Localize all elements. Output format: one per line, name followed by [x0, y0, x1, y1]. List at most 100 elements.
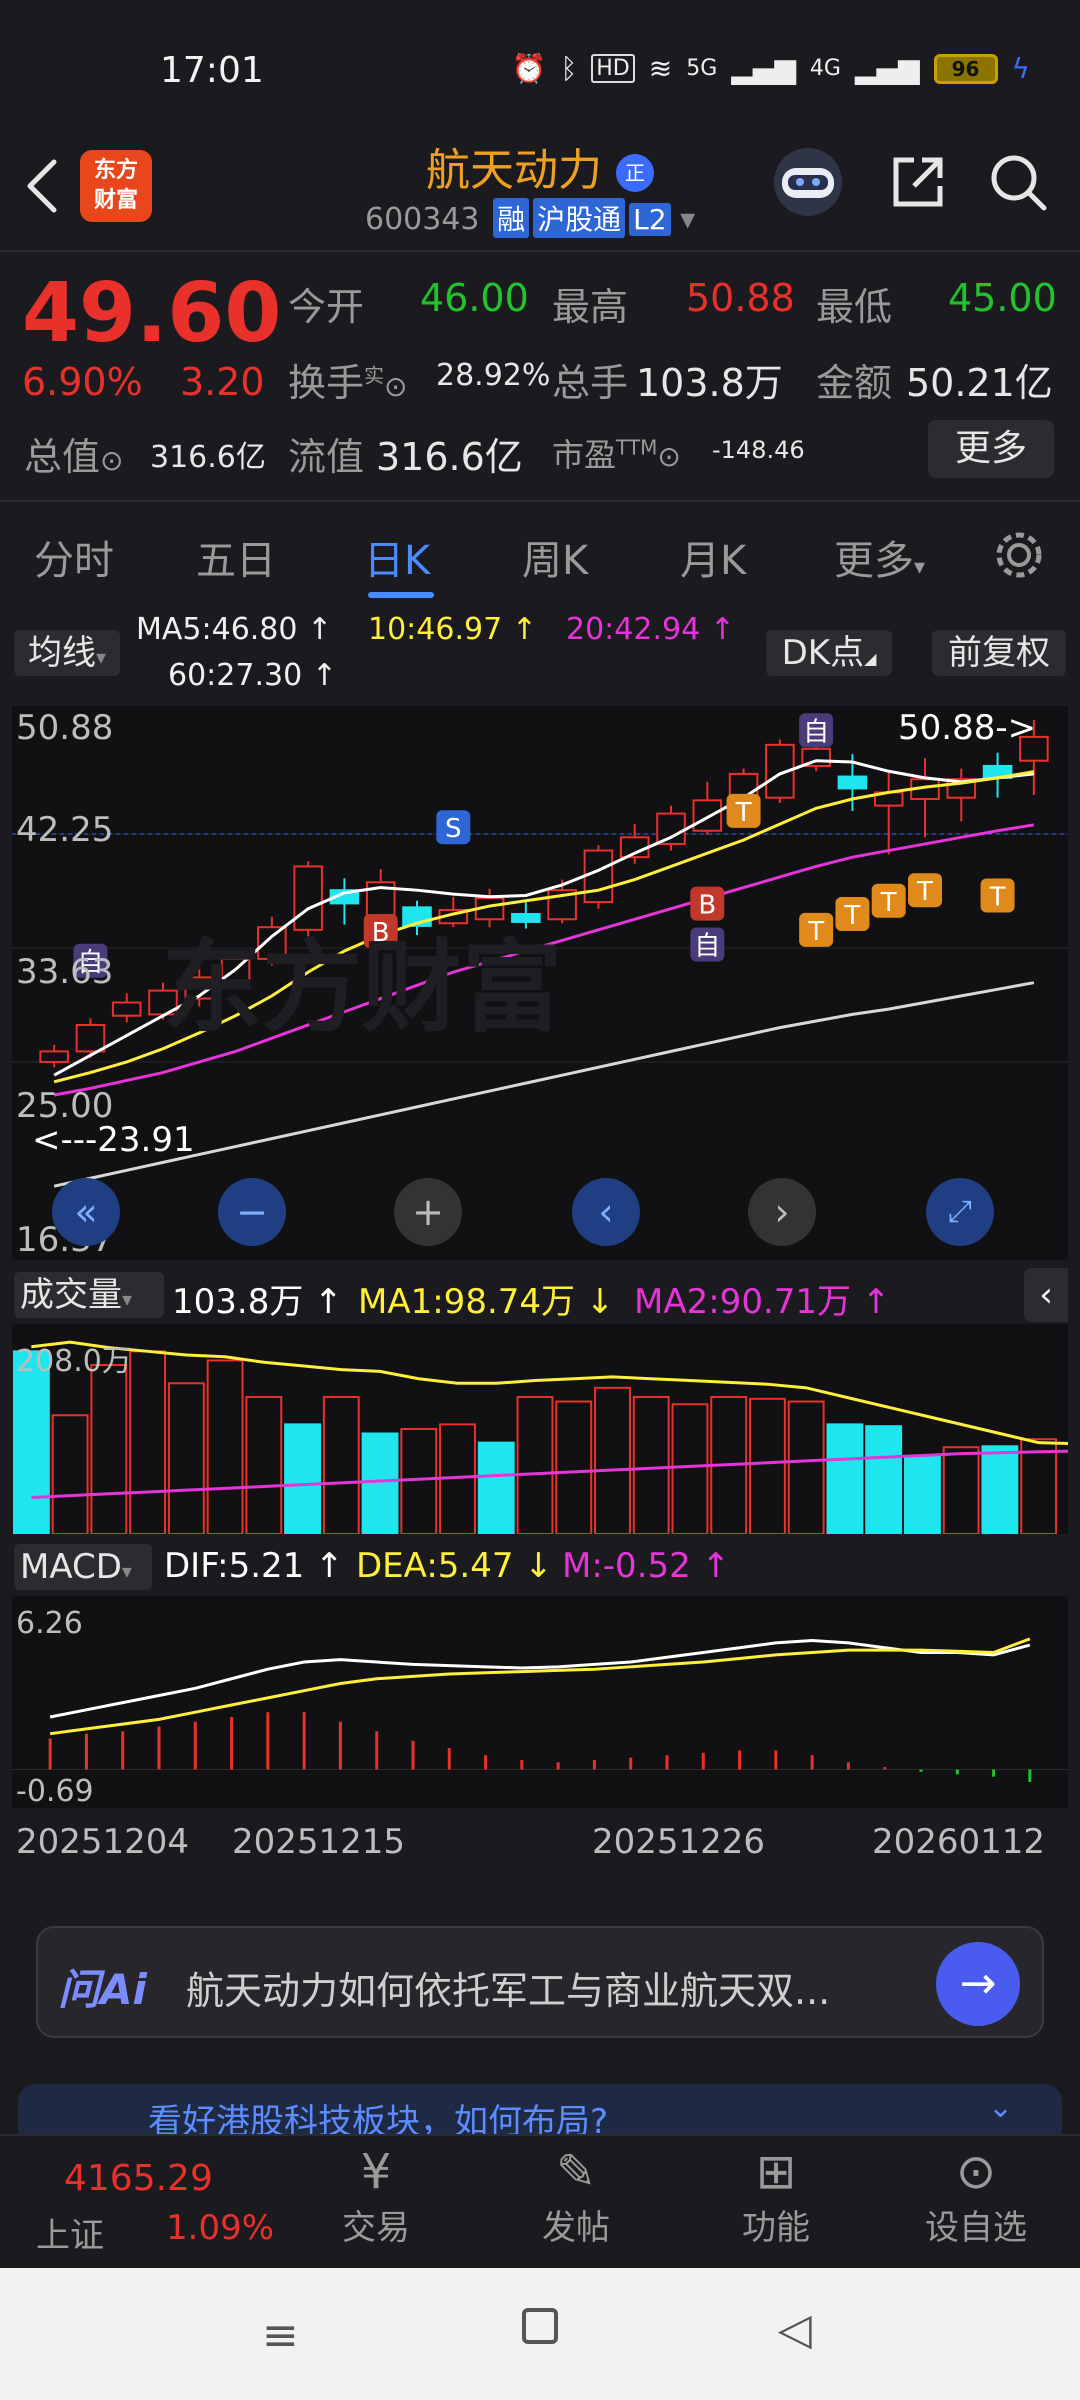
adjust-button[interactable]: 前复权 [932, 630, 1066, 676]
collapse-panel-icon[interactable]: ‹ [1024, 1268, 1068, 1322]
volume-bar [206, 1359, 244, 1535]
high-label: 最高 [552, 285, 629, 329]
marker-t-1: T [799, 912, 834, 947]
volume-current: 103.8万 ↑ [172, 1282, 343, 1322]
promo-text: 看好港股科技板块，如何布局? [148, 2102, 609, 2134]
marker-self-3-text: 自 [803, 717, 829, 747]
trade-icon: ¥ [360, 2144, 392, 2200]
ai-ask-bar[interactable]: 问Ai 航天动力如何依托军工与商业航天双... → [36, 1926, 1044, 2038]
tag-margin: 融 [493, 198, 530, 238]
nav-functions[interactable]: ⊞ 功能 [676, 2136, 876, 2270]
volume-bar [129, 1350, 167, 1535]
index-percent: 1.09% [166, 2208, 275, 2248]
system-nav-bar: ≡ ◁ [0, 2268, 1080, 2400]
hd-icon: HD [591, 54, 635, 83]
ai-submit-arrow-icon[interactable]: → [936, 1942, 1020, 2026]
stock-name-text: 航天动力 [426, 145, 602, 196]
chart-zoom-in-icon[interactable]: + [394, 1178, 462, 1246]
ma20-value: 20:42.94 ↑ [566, 612, 735, 647]
marker-self-2-text: 自 [694, 932, 720, 962]
volume-toggle-button[interactable]: 成交量▾ [14, 1272, 164, 1318]
candlestick-chart[interactable]: SBBTTTTTT自自自 50.88 42.25 33.63 25.00 16.… [12, 706, 1068, 1260]
macd-y-top: 6.26 [16, 1606, 83, 1641]
info-icon-pe[interactable]: ⊙ [657, 440, 680, 473]
marker-t-3-text: T [880, 888, 897, 918]
ai-question-text: 航天动力如何依托军工与商业航天双... [186, 1969, 831, 2013]
dk-point-button[interactable]: DK点◢ [766, 630, 892, 676]
signal-4g-icon: 4G [809, 56, 841, 81]
date-label-1: 20251204 [16, 1822, 190, 1862]
promo-expand-icon[interactable]: ⌄ [988, 2090, 1013, 2125]
marker-t-2-text: T [843, 901, 860, 931]
nav-post-label: 发帖 [542, 2208, 610, 2248]
turnover-label-text: 换手 [288, 361, 365, 405]
nav-trade[interactable]: ¥ 交易 [276, 2136, 476, 2270]
macd-toggle-button[interactable]: MACD▾ [14, 1544, 152, 1590]
tab-weekly-k[interactable]: 周K [522, 528, 588, 586]
search-icon[interactable] [986, 150, 1050, 214]
code-dropdown-icon[interactable]: ▾ [680, 202, 695, 237]
candle-body [75, 1023, 106, 1053]
nav-add-watchlist[interactable]: ⊙ 设自选 [876, 2136, 1076, 2270]
tag-connect: 沪股通 [533, 198, 626, 238]
promo-banner[interactable]: 看好港股科技板块，如何布局? ⌄ [18, 2084, 1062, 2134]
volume-bar [400, 1427, 438, 1535]
tab-more-label: 更多 [834, 538, 914, 584]
marker-buy-2: B [690, 886, 725, 921]
last-price: 49.60 [22, 266, 282, 361]
nav-trade-label: 交易 [342, 2208, 410, 2248]
marker-t-0-text: T [735, 798, 752, 828]
volume-bar [749, 1397, 786, 1535]
marker-sell-text: S [445, 814, 462, 844]
battery-icon: 96 [933, 53, 998, 84]
volume-bar [594, 1386, 631, 1535]
info-icon-mktcap[interactable]: ⊙ [100, 444, 123, 477]
float-value: 316.6亿 [376, 435, 523, 479]
change-amount: 3.20 [180, 360, 265, 404]
marker-t-2: T [835, 896, 870, 931]
macd-dif: DIF:5.21 ↑ [164, 1546, 344, 1586]
charging-icon: ϟ [1011, 52, 1030, 85]
index-value: 4165.29 [64, 2158, 213, 2199]
open-label: 今开 [288, 285, 365, 329]
volume-svg [12, 1340, 1078, 1536]
ma10-value: 10:46.97 ↑ [368, 612, 537, 647]
macd-toggle-label: MACD [20, 1547, 122, 1587]
mktcap-label: 总值⊙ [24, 426, 123, 481]
more-quote-button[interactable]: 更多 [928, 420, 1054, 478]
tab-daily-k[interactable]: 日K [364, 528, 430, 586]
chart-fast-back-icon[interactable]: « [52, 1178, 120, 1246]
chart-zoom-out-icon[interactable]: − [218, 1178, 286, 1246]
tab-monthly-k[interactable]: 月K [680, 528, 746, 586]
edit-icon: ✎ [555, 2144, 597, 2200]
bottom-nav: 4165.29 上证 1.09% ¥ 交易 ✎ 发帖 ⊞ 功能 ⊙ 设自选 [0, 2134, 1080, 2268]
chart-scroll-right-icon[interactable]: › [748, 1178, 816, 1246]
tab-intraday[interactable]: 分时 [34, 528, 114, 586]
stock-header: 东方 财富 航天动力 正 600343 融沪股通 L2 ▾ [0, 130, 1080, 252]
tab-five-day[interactable]: 五日 [196, 528, 276, 586]
home-icon[interactable] [522, 2308, 558, 2344]
low-value: 45.00 [948, 276, 1057, 320]
candle-body [692, 799, 723, 832]
settings-gear-icon[interactable] [990, 526, 1048, 584]
robot-assistant-icon[interactable] [770, 144, 846, 220]
ma-toggle-button[interactable]: 均线▾ [14, 630, 120, 676]
info-icon-turnover[interactable]: ⊙ [384, 370, 407, 403]
candle-body [583, 849, 614, 904]
share-icon[interactable] [886, 150, 950, 214]
chart-scroll-left-icon[interactable]: ‹ [572, 1178, 640, 1246]
tab-more-caret-icon: ▾ [914, 555, 926, 580]
chart-fullscreen-icon[interactable]: ⤢ [926, 1178, 994, 1246]
nav-post[interactable]: ✎ 发帖 [476, 2136, 676, 2270]
nav-functions-label: 功能 [742, 2208, 810, 2248]
back-nav-icon[interactable]: ◁ [778, 2304, 812, 2355]
tab-more[interactable]: 更多▾ [834, 528, 925, 586]
turnover-value: 28.92% [436, 358, 551, 393]
watermark: 东方财富 [162, 929, 562, 1046]
volume-bar [477, 1441, 515, 1535]
volume-bar [826, 1423, 864, 1535]
menu-icon[interactable]: ≡ [262, 2310, 299, 2361]
macd-dea: DEA:5.47 ↓ [356, 1546, 553, 1586]
candle-body [837, 775, 868, 790]
y-label-top: 50.88 [16, 708, 114, 748]
